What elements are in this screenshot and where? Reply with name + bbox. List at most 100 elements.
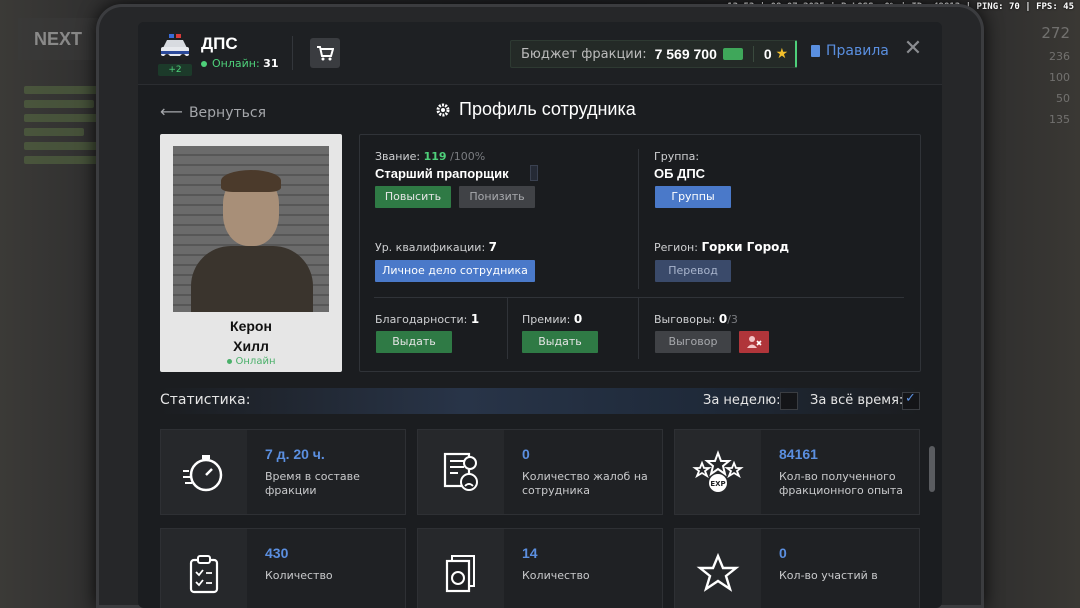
rank-name: Старший прапорщик bbox=[375, 166, 509, 181]
qualification-row: Ур. квалификации: 7 bbox=[375, 240, 497, 254]
stars-value: 0 bbox=[763, 46, 772, 62]
reprimand-button[interactable]: Выговор bbox=[655, 331, 731, 353]
stat-card: 7 д. 20 ч. Время в составе фракции bbox=[160, 429, 406, 515]
group-value: ОБ ДПС bbox=[654, 166, 706, 181]
week-checkbox[interactable] bbox=[780, 392, 798, 410]
all-time-checkbox[interactable] bbox=[902, 391, 920, 410]
police-car-icon bbox=[161, 34, 189, 60]
money-doc-icon bbox=[445, 555, 475, 593]
online-count: 31 bbox=[263, 57, 279, 70]
arrow-left-icon: ⟵ bbox=[160, 102, 183, 121]
stopwatch-icon bbox=[183, 455, 223, 492]
rank-max: /100% bbox=[450, 150, 486, 163]
clipboard-icon bbox=[189, 555, 219, 594]
stat-description: Кол-во полученного фракционного опыта bbox=[779, 470, 904, 497]
back-label: Вернуться bbox=[188, 105, 267, 121]
stat-value: 84161 bbox=[779, 446, 818, 462]
rules-label: Правила bbox=[826, 43, 889, 59]
stat-card: 0 Количество жалоб на сотрудника bbox=[417, 429, 663, 515]
personal-file-button[interactable]: Личное дело сотрудника bbox=[375, 260, 535, 282]
thanks-value: 1 bbox=[470, 312, 480, 326]
bonus-label: Премии: bbox=[522, 313, 571, 326]
employee-last-name: Хилл bbox=[233, 338, 269, 354]
faction-panel: +2 ДПС Онлайн: 31 Бюджет фракции: 7 569 … bbox=[138, 22, 942, 608]
hud-value: 100 bbox=[1049, 71, 1070, 84]
stat-value: 0 bbox=[779, 545, 787, 561]
complaint-icon bbox=[443, 452, 478, 491]
page-title: Профиль сотрудника bbox=[436, 99, 636, 120]
rank-row: Звание: 119 /100% bbox=[375, 150, 485, 163]
employee-status: Онлайн bbox=[160, 356, 342, 367]
stat-description: Количество bbox=[265, 569, 333, 582]
group-label: Группа: bbox=[654, 150, 700, 163]
promote-button[interactable]: Повысить bbox=[375, 186, 451, 208]
stat-description: Время в составе фракции bbox=[265, 470, 360, 497]
thanks-label: Благодарности: bbox=[375, 313, 468, 326]
budget-divider bbox=[752, 46, 754, 62]
region-row: Регион: Горки Город bbox=[654, 240, 789, 254]
faction-online: Онлайн: 31 bbox=[201, 57, 278, 70]
hud-value: 50 bbox=[1056, 92, 1070, 105]
reprimand-max: /3 bbox=[727, 313, 738, 326]
stat-description: Количество bbox=[522, 569, 590, 582]
budget-value: 7 569 700 bbox=[654, 46, 717, 62]
thanks-row: Благодарности: 1 bbox=[375, 312, 479, 326]
faction-budget: Бюджет фракции: 7 569 700 0 ★ bbox=[510, 40, 797, 68]
reprimand-label: Выговоры: bbox=[654, 313, 716, 326]
online-dot-icon bbox=[201, 61, 207, 67]
exp-stars-icon: EXP bbox=[692, 450, 744, 492]
stat-description: Количество жалоб на сотрудника bbox=[522, 470, 648, 497]
employee-photo-card: Керон Хилл Онлайн bbox=[160, 134, 342, 372]
rank-label: Звание: bbox=[375, 150, 421, 163]
employee-first-name: Керон bbox=[230, 318, 272, 334]
budget-label: Бюджет фракции: bbox=[521, 46, 647, 62]
bonus-value: 0 bbox=[573, 312, 583, 326]
server-logo: NEXT bbox=[18, 18, 98, 60]
qualification-label: Ур. квалификации: bbox=[375, 241, 486, 254]
give-thanks-button[interactable]: Выдать bbox=[376, 331, 452, 353]
bonus-row: Премии: 0 bbox=[522, 312, 582, 326]
online-dot-icon bbox=[226, 359, 232, 364]
stat-card: 0 Кол-во участий в bbox=[674, 528, 920, 608]
give-bonus-button[interactable]: Выдать bbox=[522, 331, 598, 353]
stat-value: 14 bbox=[522, 545, 538, 561]
transfer-button[interactable]: Перевод bbox=[655, 260, 731, 282]
employee-status-label: Онлайн bbox=[235, 356, 276, 367]
page-title-text: Профиль сотрудника bbox=[459, 99, 636, 119]
close-button[interactable]: ✕ bbox=[902, 38, 924, 60]
user-remove-icon bbox=[747, 336, 762, 348]
statistics-bar: Статистика: За неделю: За всё время: bbox=[160, 388, 920, 414]
stat-card: EXP 84161 Кол-во полученного фракционног… bbox=[674, 429, 920, 515]
rank-value: 119 bbox=[423, 150, 447, 163]
scrollbar-thumb[interactable] bbox=[929, 446, 935, 492]
online-plus-badge: +2 bbox=[158, 64, 192, 76]
stat-card: 430 Количество bbox=[160, 528, 406, 608]
stat-value: 7 д. 20 ч. bbox=[265, 446, 325, 462]
star-icon: ★ bbox=[775, 46, 789, 62]
hud-value: 135 bbox=[1049, 113, 1070, 126]
reprimand-value: 0 bbox=[718, 312, 728, 326]
statistics-label: Статистика: bbox=[160, 392, 251, 408]
back-button[interactable]: ⟵ Вернуться bbox=[160, 102, 266, 121]
remove-reprimand-button[interactable] bbox=[739, 331, 769, 353]
stat-description: Кол-во участий в bbox=[779, 569, 878, 582]
rules-link[interactable]: Правила bbox=[811, 43, 889, 59]
shop-button[interactable] bbox=[310, 38, 340, 68]
close-icon: ✕ bbox=[903, 36, 923, 61]
hud-value: 236 bbox=[1049, 50, 1070, 63]
demote-button[interactable]: Понизить bbox=[459, 186, 535, 208]
employee-info-panel: Звание: 119 /100% Старший прапорщик Повы… bbox=[359, 134, 921, 372]
rank-insignia-icon bbox=[530, 165, 538, 181]
header-divider bbox=[292, 36, 293, 70]
cart-icon bbox=[317, 46, 334, 61]
region-value: Горки Город bbox=[701, 240, 790, 254]
week-label: За неделю: bbox=[703, 393, 781, 408]
svg-text:EXP: EXP bbox=[710, 480, 725, 488]
hud-top-value: 272 bbox=[1041, 24, 1070, 42]
star-icon bbox=[696, 552, 740, 592]
groups-button[interactable]: Группы bbox=[655, 186, 731, 208]
all-time-label: За всё время: bbox=[810, 393, 904, 408]
stat-card: 14 Количество bbox=[417, 528, 663, 608]
document-icon bbox=[811, 45, 820, 57]
money-icon bbox=[722, 48, 743, 60]
